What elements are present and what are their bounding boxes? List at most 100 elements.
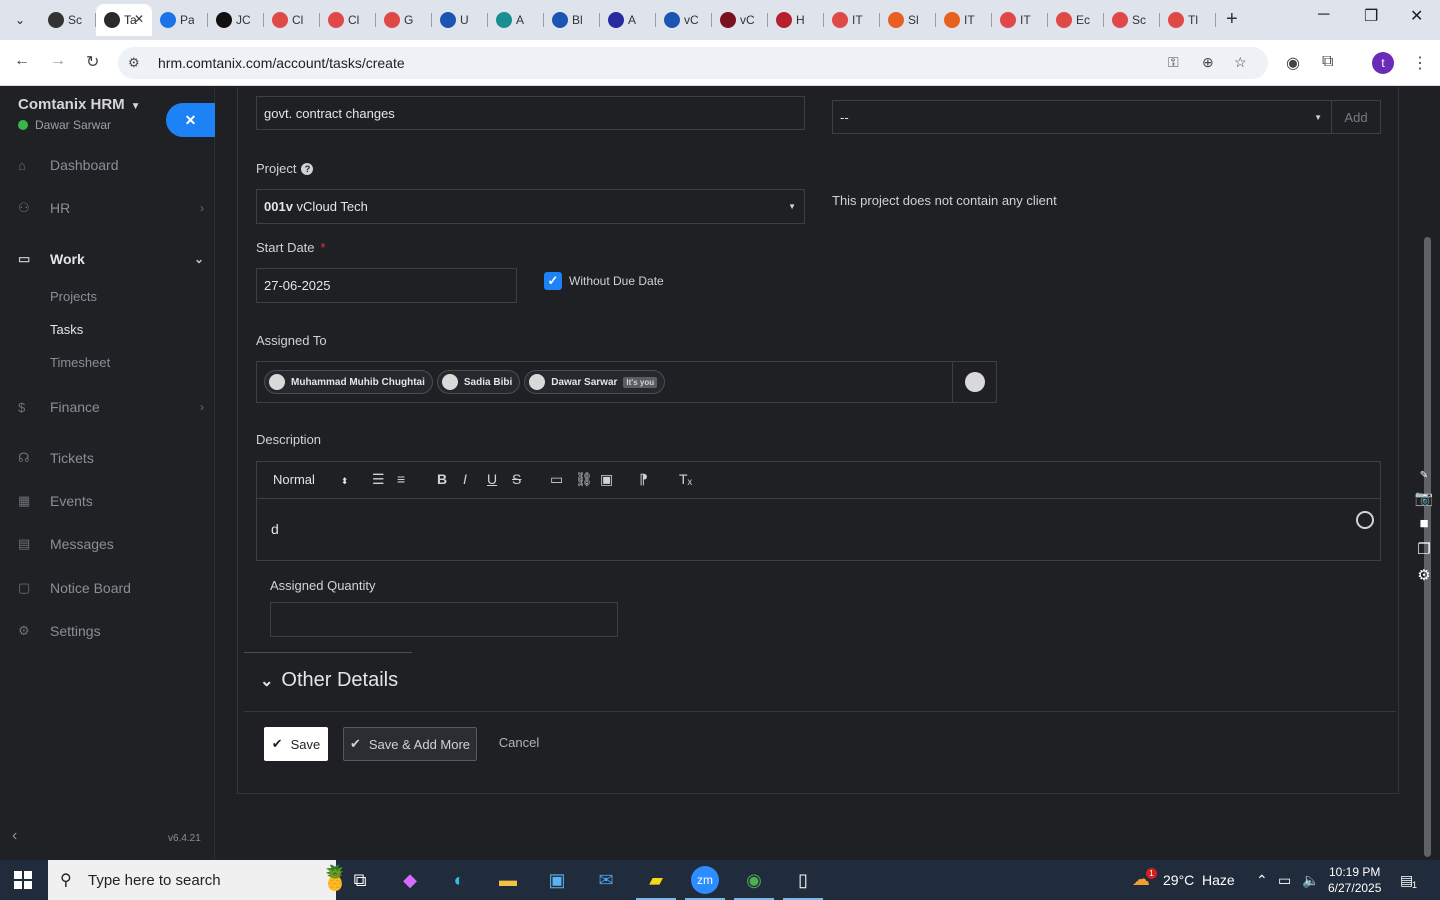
assigned-quantity-input[interactable] bbox=[270, 602, 618, 637]
task-category-select[interactable]: -- ▼ Add bbox=[832, 100, 1381, 134]
browser-tab[interactable]: Sc bbox=[1104, 4, 1160, 36]
browser-tab[interactable]: Ta ✕ bbox=[96, 4, 152, 36]
start-date-input[interactable]: 27-06-2025 bbox=[256, 268, 517, 303]
profile-avatar[interactable]: t bbox=[1372, 52, 1394, 74]
translate-extension-icon[interactable]: ◉ bbox=[1286, 53, 1300, 73]
clear-format-icon[interactable]: Tₓ bbox=[679, 471, 692, 487]
browser-tab[interactable]: Ec bbox=[1048, 4, 1104, 36]
file-explorer-icon[interactable]: ▬ bbox=[494, 866, 522, 894]
help-icon[interactable]: ? bbox=[301, 163, 314, 175]
url-text[interactable]: hrm.comtanix.com/account/tasks/create bbox=[158, 55, 405, 71]
without-due-date-label[interactable]: Without Due Date bbox=[569, 274, 664, 288]
without-due-date-checkbox[interactable]: ✓ bbox=[544, 272, 562, 290]
maximize-button[interactable]: ❐ bbox=[1364, 6, 1378, 26]
assigned-to-select[interactable]: Muhammad Muhib Chughtai Sadia Bibi Dawar… bbox=[256, 361, 997, 403]
sidebar-item-settings[interactable]: ⚙ Settings bbox=[18, 623, 208, 639]
bullet-list-icon[interactable]: ≡ bbox=[397, 471, 405, 487]
brand-menu[interactable]: Comtanix HRM ▼ bbox=[18, 96, 141, 113]
underline-icon[interactable]: U bbox=[487, 471, 497, 487]
browser-tab[interactable]: Pa bbox=[152, 4, 208, 36]
browser-tab[interactable]: A bbox=[488, 4, 544, 36]
description-editor[interactable]: d bbox=[256, 499, 1381, 561]
bold-icon[interactable]: B bbox=[437, 471, 447, 487]
browser-tab[interactable]: G bbox=[376, 4, 432, 36]
link-icon[interactable]: ⛓ bbox=[575, 471, 593, 488]
sidebar-item-events[interactable]: ▦ Events bbox=[18, 493, 208, 509]
copilot-icon[interactable]: ◆ bbox=[396, 866, 424, 894]
browser-tab[interactable]: U bbox=[432, 4, 488, 36]
zoom-app-icon[interactable]: zm bbox=[685, 866, 725, 900]
forward-button[interactable]: → bbox=[50, 52, 66, 70]
task-view-icon[interactable]: ⧉ bbox=[346, 866, 374, 894]
sidebar-item-finance[interactable]: $ Finance › bbox=[18, 399, 208, 415]
address-bar[interactable]: ⚙ hrm.comtanix.com/account/tasks/create … bbox=[118, 47, 1268, 79]
pin-icon[interactable]: ✎ bbox=[1420, 470, 1428, 481]
add-assignee-button[interactable] bbox=[952, 362, 996, 402]
browser-tab[interactable]: vC bbox=[656, 4, 712, 36]
other-details-toggle[interactable]: ⌄ Other Details bbox=[260, 669, 398, 692]
browser-tab[interactable]: JC bbox=[208, 4, 264, 36]
camera-icon[interactable]: 📷 bbox=[1415, 489, 1434, 507]
italic-icon[interactable]: I bbox=[463, 471, 467, 487]
site-info-icon[interactable]: ⚙ bbox=[128, 55, 140, 71]
sidebar-item-tickets[interactable]: ☊ Tickets bbox=[18, 450, 208, 466]
cancel-button[interactable]: Cancel bbox=[490, 725, 548, 759]
store-icon[interactable]: ▣ bbox=[543, 866, 571, 894]
browser-tab[interactable]: IT bbox=[824, 4, 880, 36]
browser-tab[interactable]: A bbox=[600, 4, 656, 36]
browser-tab[interactable]: Bl bbox=[544, 4, 600, 36]
mail-icon[interactable]: ✉ bbox=[592, 866, 620, 894]
browser-tab[interactable]: Cl bbox=[264, 4, 320, 36]
sidebar-item-notice-board[interactable]: ▢ Notice Board bbox=[18, 580, 208, 596]
network-icon[interactable]: ▭ bbox=[1278, 872, 1291, 889]
sidebar-item-messages[interactable]: ▤ Messages bbox=[18, 536, 208, 552]
ordered-list-icon[interactable]: ☰ bbox=[372, 471, 385, 488]
image-icon[interactable]: ▭ bbox=[550, 471, 563, 488]
add-category-button[interactable]: Add bbox=[1331, 101, 1380, 133]
chevron-up-icon[interactable]: ⌃ bbox=[1256, 872, 1268, 889]
close-tab-icon[interactable]: ✕ bbox=[134, 12, 144, 26]
new-tab-button[interactable]: + bbox=[1226, 8, 1238, 31]
volume-icon[interactable]: 🔈 bbox=[1302, 872, 1319, 889]
gear-icon[interactable]: ⚙ bbox=[1417, 566, 1430, 584]
reload-button[interactable]: ↻ bbox=[86, 52, 99, 72]
edge-icon[interactable]: ◐ bbox=[445, 866, 473, 894]
browser-menu-icon[interactable]: ⋮ bbox=[1412, 53, 1428, 73]
format-select[interactable]: Normal ⬍ bbox=[273, 472, 348, 487]
project-select[interactable]: 001v vCloud Tech ▼ bbox=[256, 189, 805, 224]
browser-tab[interactable]: Sc bbox=[40, 4, 96, 36]
task-title-input[interactable]: govt. contract changes bbox=[256, 96, 805, 130]
sidebar-subitem-timesheet[interactable]: Timesheet bbox=[50, 355, 110, 370]
browser-tab[interactable]: H bbox=[768, 4, 824, 36]
table-icon[interactable]: ▣ bbox=[600, 471, 613, 488]
zoom-icon[interactable]: ⊕ bbox=[1202, 54, 1214, 71]
sidebar-subitem-tasks[interactable]: Tasks bbox=[50, 322, 83, 337]
weather-desc[interactable]: Haze bbox=[1202, 872, 1235, 888]
back-button[interactable]: ← bbox=[14, 52, 30, 70]
browser-tab[interactable]: vC bbox=[712, 4, 768, 36]
clock[interactable]: 10:19 PM 6/27/2025 bbox=[1328, 864, 1381, 896]
sidebar-item-dashboard[interactable]: ⌂ Dashboard bbox=[18, 157, 208, 173]
emoji-icon[interactable] bbox=[1356, 511, 1374, 529]
weather-temp[interactable]: 29°C bbox=[1163, 872, 1194, 888]
password-key-icon[interactable]: ⚿ bbox=[1168, 54, 1179, 71]
sidebar-subitem-projects[interactable]: Projects bbox=[50, 289, 97, 304]
assignee-chip[interactable]: Sadia Bibi bbox=[436, 370, 521, 394]
assignee-chip[interactable]: Dawar Sarwar It's you bbox=[524, 370, 666, 394]
windows-start-button[interactable] bbox=[14, 871, 32, 889]
video-icon[interactable]: ■ bbox=[1419, 515, 1428, 532]
extensions-puzzle-icon[interactable]: ⧉ bbox=[1322, 53, 1333, 71]
save-button[interactable]: ✔ Save bbox=[264, 727, 328, 761]
assignee-chip[interactable]: Muhammad Muhib Chughtai bbox=[264, 370, 433, 394]
browser-tab[interactable]: Sl bbox=[880, 4, 936, 36]
collapse-sidebar-icon[interactable]: ‹ bbox=[12, 827, 17, 845]
browser-tab[interactable]: IT bbox=[992, 4, 1048, 36]
text-direction-icon[interactable]: ⁋ bbox=[639, 471, 648, 488]
notepad-icon[interactable]: ▯ bbox=[783, 866, 823, 900]
save-add-more-button[interactable]: ✔ Save & Add More bbox=[343, 727, 477, 761]
tab-search-button[interactable]: ⌄ bbox=[8, 8, 32, 32]
window-icon[interactable]: ❐ bbox=[1417, 540, 1430, 558]
strikethrough-icon[interactable]: S bbox=[512, 471, 521, 487]
close-window-button[interactable]: ✕ bbox=[1410, 6, 1423, 26]
minimize-button[interactable]: ─ bbox=[1318, 6, 1329, 24]
